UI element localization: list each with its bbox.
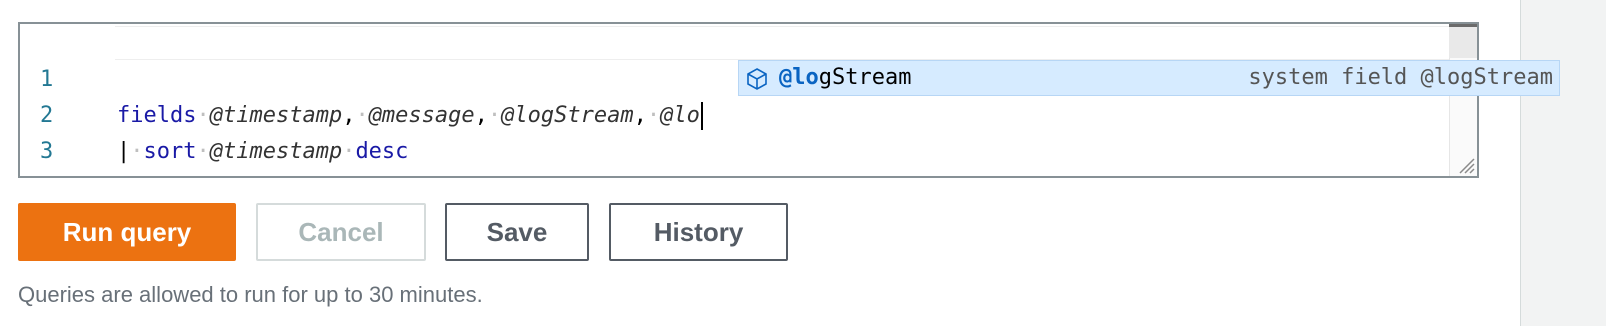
limit-value: 20 [223,175,250,176]
query-editor[interactable]: 1 fields·@timestamp,·@message,·@logStrea… [18,22,1560,178]
keyword-sort: sort [143,139,197,164]
code-text[interactable]: |·sort·@timestamp·desc [117,134,408,170]
keyword-desc: desc [355,139,409,164]
code-line-1[interactable]: 1 fields·@timestamp,·@message,·@logStrea… [20,26,1460,130]
query-editor-page: 1 fields·@timestamp,·@message,·@logStrea… [0,0,1606,326]
suggestion-match: @lo [779,65,819,90]
suggestion-detail: system field @logStream [1248,65,1553,90]
right-side-panel [1520,0,1606,326]
cancel-button[interactable]: Cancel [256,203,426,261]
suggestion-rest: gStream [818,65,912,90]
field-timestamp: @timestamp [209,139,343,164]
cube-icon [747,68,767,90]
keyword-limit: limit [144,175,210,176]
suggestion-label: @logStream [779,61,911,95]
scrollbar-thumb[interactable] [1449,24,1477,58]
resize-handle-icon[interactable] [1455,154,1475,174]
line-number: 3 [40,139,54,164]
autocomplete-suggestion[interactable]: @logStream system field @logStream [738,60,1560,96]
query-time-hint: Queries are allowed to run for up to 30 … [18,282,483,307]
save-button[interactable]: Save [445,203,589,261]
code-text[interactable]: |·limit·20 [117,170,249,176]
run-query-button[interactable]: Run query [18,203,236,261]
